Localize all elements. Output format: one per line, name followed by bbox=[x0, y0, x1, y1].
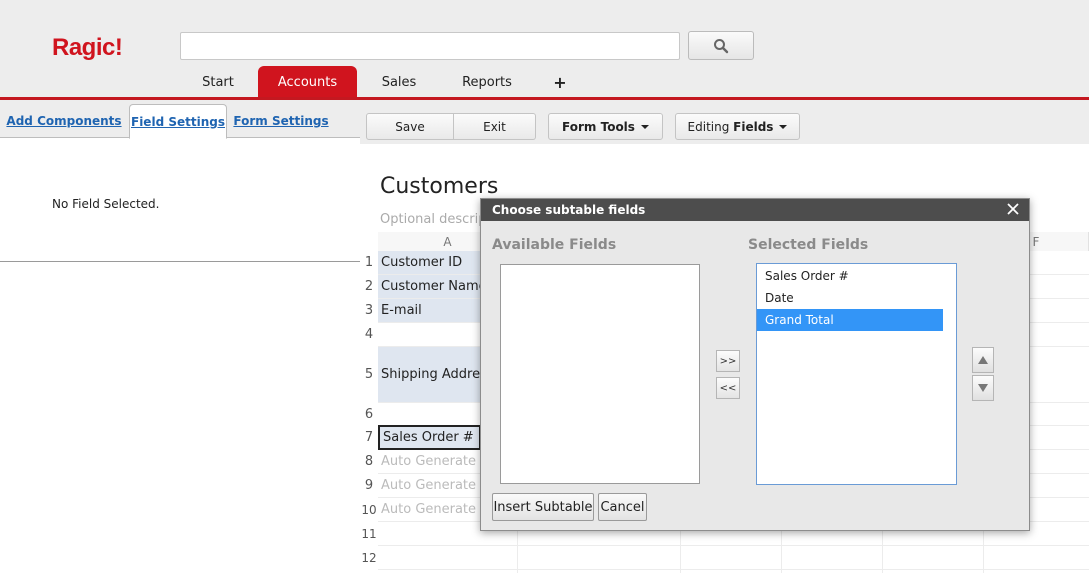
empty-cell[interactable] bbox=[378, 546, 481, 569]
subtable-cell[interactable]: Auto Generate bbox=[378, 474, 481, 497]
tab-start[interactable]: Start bbox=[182, 66, 254, 98]
list-item-grand-total[interactable]: Grand Total bbox=[757, 309, 943, 331]
list-item-date[interactable]: Date bbox=[757, 287, 943, 309]
search-button[interactable] bbox=[688, 31, 754, 60]
exit-button[interactable]: Exit bbox=[454, 113, 536, 140]
magnifier-icon bbox=[714, 38, 729, 53]
tab-reports[interactable]: Reports bbox=[450, 66, 524, 98]
caret-down-icon bbox=[779, 124, 788, 129]
page-description[interactable]: Optional descrip bbox=[380, 212, 486, 227]
row-number: 7 bbox=[360, 426, 378, 449]
ragic-logo[interactable]: Ragic! bbox=[52, 34, 123, 62]
list-item-sales-order[interactable]: Sales Order # bbox=[757, 265, 943, 287]
add-field-button[interactable]: >> bbox=[716, 350, 740, 372]
tab-form-settings[interactable]: Form Settings bbox=[232, 104, 330, 138]
field-cell-sales-order[interactable]: Sales Order # bbox=[378, 425, 481, 450]
available-fields-list[interactable] bbox=[500, 264, 700, 484]
available-fields-label: Available Fields bbox=[492, 237, 617, 253]
cancel-button[interactable]: Cancel bbox=[598, 493, 647, 521]
form-tools-label: Form Tools bbox=[562, 119, 635, 134]
editing-mode-label: Fields bbox=[733, 119, 774, 134]
row-number: 2 bbox=[360, 275, 378, 298]
row-number: 10 bbox=[360, 498, 378, 521]
subtable-cell[interactable]: Auto Generate bbox=[378, 498, 481, 521]
empty-cell[interactable] bbox=[378, 323, 481, 346]
editing-prefix-label: Editing bbox=[687, 119, 730, 134]
caret-down-icon bbox=[640, 124, 649, 129]
field-cell-email[interactable]: E-mail bbox=[378, 299, 481, 322]
form-tools-dropdown[interactable]: Form Tools bbox=[548, 113, 663, 140]
empty-cell[interactable] bbox=[378, 403, 481, 425]
row-number: 12 bbox=[360, 546, 378, 569]
move-up-button[interactable] bbox=[972, 347, 994, 373]
selected-fields-label: Selected Fields bbox=[748, 237, 869, 253]
no-field-message: No Field Selected. bbox=[52, 197, 160, 211]
left-panel bbox=[0, 100, 360, 573]
row-number: 8 bbox=[360, 450, 378, 473]
move-down-button[interactable] bbox=[972, 375, 994, 401]
editing-mode-dropdown[interactable]: Editing Fields bbox=[675, 113, 800, 140]
tab-sales[interactable]: Sales bbox=[366, 66, 432, 98]
row-number: 6 bbox=[360, 403, 378, 425]
triangle-down-icon bbox=[978, 384, 988, 392]
row-number: 9 bbox=[360, 474, 378, 497]
field-cell-shipping-address[interactable]: Shipping Address bbox=[378, 347, 481, 402]
close-icon-glyph bbox=[1007, 203, 1019, 215]
dialog-title[interactable]: Choose subtable fields bbox=[481, 199, 1029, 221]
empty-cell[interactable] bbox=[378, 522, 481, 545]
tab-field-settings[interactable]: Field Settings bbox=[129, 104, 227, 139]
search-input[interactable] bbox=[180, 32, 680, 60]
left-panel-divider bbox=[0, 261, 360, 262]
row-number: 4 bbox=[360, 323, 378, 346]
add-tab-button[interactable]: + bbox=[545, 66, 575, 98]
row-number: 5 bbox=[360, 347, 378, 402]
subtable-cell[interactable]: Auto Generate bbox=[378, 450, 481, 473]
insert-subtable-button[interactable]: Insert Subtable bbox=[492, 493, 594, 521]
row-number: 1 bbox=[360, 251, 378, 274]
row-number: 11 bbox=[360, 522, 378, 545]
page-title[interactable]: Customers bbox=[380, 174, 498, 199]
tab-accounts[interactable]: Accounts bbox=[258, 66, 357, 98]
triangle-up-icon bbox=[978, 356, 988, 364]
tab-add-components[interactable]: Add Components bbox=[4, 104, 124, 138]
row-number: 3 bbox=[360, 299, 378, 322]
remove-field-button[interactable]: << bbox=[716, 377, 740, 399]
field-cell-customer-id[interactable]: Customer ID bbox=[378, 251, 481, 274]
save-button[interactable]: Save bbox=[366, 113, 454, 140]
field-cell-customer-name[interactable]: Customer Name bbox=[378, 275, 481, 298]
close-icon[interactable] bbox=[1005, 201, 1021, 217]
